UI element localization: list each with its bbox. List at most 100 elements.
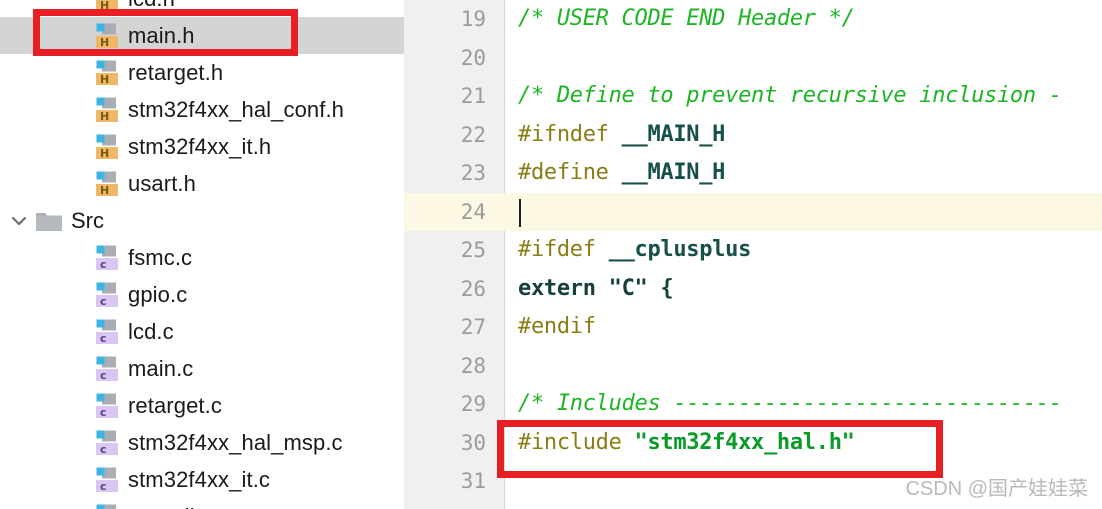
- tree-file-lcd-h[interactable]: Hlcd.h: [0, 0, 404, 17]
- line-number: 27: [460, 315, 486, 339]
- c-file-icon: c: [96, 245, 120, 271]
- tree-item-label: lcd.h: [128, 0, 175, 12]
- tree-file-usart-h[interactable]: Husart.h: [0, 165, 404, 202]
- tree-file-stm32f4xx-it-c[interactable]: c stm32f4xx_it.c: [0, 461, 404, 498]
- tree-folder-src[interactable]: Src: [0, 202, 404, 239]
- tree-item-label: lcd.c: [128, 318, 174, 344]
- line-content: #endif: [518, 308, 596, 347]
- line-number: 23: [460, 161, 486, 185]
- tree-file-syscalls-c[interactable]: c syscalls.c: [0, 498, 404, 509]
- svg-text:H: H: [100, 147, 109, 160]
- h-file-icon: H: [96, 97, 120, 123]
- code-token: "C": [608, 275, 648, 301]
- code-token: /* USER CODE END Header */: [518, 6, 855, 31]
- tree-item-label: stm32f4xx_it.h: [128, 133, 272, 159]
- project-file-explorer: Hlcd.hHmain.hHretarget.hHstm32f4xx_hal_c…: [0, 0, 404, 509]
- line-content: /* Includes ----------------------------…: [518, 385, 1062, 424]
- line-content: extern "C" {: [518, 270, 674, 309]
- h-file-icon: H: [96, 134, 120, 160]
- line-content: /* Define to prevent recursive inclusion…: [518, 77, 1062, 116]
- code-token: #ifdef: [518, 237, 609, 262]
- code-token: #endif: [518, 314, 596, 339]
- svg-text:c: c: [100, 295, 107, 308]
- tree-file-stm32f4xx-hal-msp-c[interactable]: c stm32f4xx_hal_msp.c: [0, 424, 404, 461]
- svg-text:H: H: [100, 36, 109, 49]
- code-line-22[interactable]: 22 #ifndef __MAIN_H: [404, 116, 1102, 155]
- line-number: 19: [460, 7, 486, 31]
- code-line-27[interactable]: 27 #endif: [404, 308, 1102, 347]
- watermark: CSDN @国产娃娃菜: [905, 478, 1088, 500]
- code-token: /* Includes ----------------------------…: [518, 391, 1062, 416]
- code-token: #ifndef: [518, 121, 622, 147]
- code-line-19[interactable]: 19 /* USER CODE END Header */: [404, 0, 1102, 39]
- line-number: 31: [460, 469, 486, 493]
- tree-file-main-h[interactable]: Hmain.h: [0, 17, 404, 54]
- code-line-24[interactable]: 24: [404, 192, 1102, 231]
- svg-text:c: c: [100, 406, 107, 419]
- c-file-icon: c: [96, 504, 120, 509]
- screenshot-root: Hlcd.hHmain.hHretarget.hHstm32f4xx_hal_c…: [0, 0, 1102, 509]
- code-line-21[interactable]: 21 /* Define to prevent recursive inclusi…: [404, 77, 1102, 116]
- h-file-icon: H: [96, 60, 120, 86]
- tree-file-stm32f4xx-hal-conf-h[interactable]: Hstm32f4xx_hal_conf.h: [0, 91, 404, 128]
- tree-file-fsmc-c[interactable]: c fsmc.c: [0, 239, 404, 276]
- code-token: __MAIN_H: [621, 160, 726, 185]
- line-number: 21: [460, 84, 486, 108]
- tree-file-lcd-c[interactable]: c lcd.c: [0, 313, 404, 350]
- tree-file-retarget-c[interactable]: c retarget.c: [0, 387, 404, 424]
- chevron-down-icon[interactable]: [8, 210, 30, 232]
- tree-file-main-c[interactable]: c main.c: [0, 350, 404, 387]
- line-content: #ifdef __cplusplus: [518, 231, 751, 270]
- tree-item-label: fsmc.c: [128, 244, 193, 270]
- line-number: 29: [460, 392, 486, 416]
- tree-item-label: Src: [71, 207, 104, 233]
- code-token: #include: [518, 429, 635, 455]
- h-file-icon: H: [96, 23, 120, 49]
- svg-text:H: H: [100, 0, 109, 12]
- svg-text:H: H: [100, 184, 109, 197]
- code-line-20[interactable]: 20: [404, 39, 1102, 78]
- tree-file-retarget-h[interactable]: Hretarget.h: [0, 54, 404, 91]
- tree-item-label: usart.h: [128, 170, 196, 196]
- svg-text:H: H: [100, 73, 109, 86]
- c-file-icon: c: [96, 393, 120, 419]
- tree-item-label: stm32f4xx_hal_conf.h: [128, 96, 345, 122]
- code-token: __cplusplus: [608, 237, 752, 262]
- text-cursor: [519, 198, 521, 227]
- code-line-28[interactable]: 28: [404, 347, 1102, 386]
- tree-item-label: stm32f4xx_it.c: [128, 466, 271, 492]
- tree-file-gpio-c[interactable]: c gpio.c: [0, 276, 404, 313]
- c-file-icon: c: [96, 430, 120, 456]
- code-token: #define: [518, 160, 622, 185]
- line-content: #define __MAIN_H: [518, 154, 725, 193]
- h-file-icon: H: [96, 171, 120, 197]
- line-number: 24: [460, 199, 486, 224]
- line-content: /* USER CODE END Header */: [518, 0, 855, 39]
- svg-text:c: c: [100, 369, 107, 382]
- c-file-icon: c: [96, 319, 120, 345]
- svg-text:H: H: [100, 110, 109, 123]
- tree-item-label: main.c: [128, 355, 194, 381]
- code-line-29[interactable]: 29 /* Includes --------------------------…: [404, 385, 1102, 424]
- code-line-30[interactable]: 30 #include "stm32f4xx_hal.h": [404, 424, 1102, 463]
- c-file-icon: c: [96, 467, 120, 493]
- tree-file-stm32f4xx-it-h[interactable]: Hstm32f4xx_it.h: [0, 128, 404, 165]
- line-number: 22: [460, 122, 486, 147]
- line-number: 25: [460, 238, 486, 262]
- svg-text:c: c: [100, 332, 107, 345]
- line-content: #ifndef __MAIN_H: [518, 116, 725, 155]
- line-content: #include "stm32f4xx_hal.h": [518, 424, 855, 463]
- code-editor: 19 /* USER CODE END Header */ 20 21 /* Defin…: [404, 0, 1102, 509]
- tree-item-label: retarget.c: [128, 392, 222, 418]
- code-token: {: [647, 275, 674, 301]
- c-file-icon: c: [96, 356, 120, 382]
- tree-item-label: main.h: [128, 22, 195, 48]
- code-line-25[interactable]: 25 #ifdef __cplusplus: [404, 231, 1102, 270]
- tree-item-label: retarget.h: [128, 59, 224, 85]
- h-file-icon: H: [96, 0, 120, 12]
- svg-text:c: c: [100, 480, 107, 493]
- code-line-26[interactable]: 26 extern "C" {: [404, 270, 1102, 309]
- line-number: 30: [460, 430, 486, 455]
- svg-text:c: c: [100, 443, 107, 456]
- code-line-23[interactable]: 23 #define __MAIN_H: [404, 154, 1102, 193]
